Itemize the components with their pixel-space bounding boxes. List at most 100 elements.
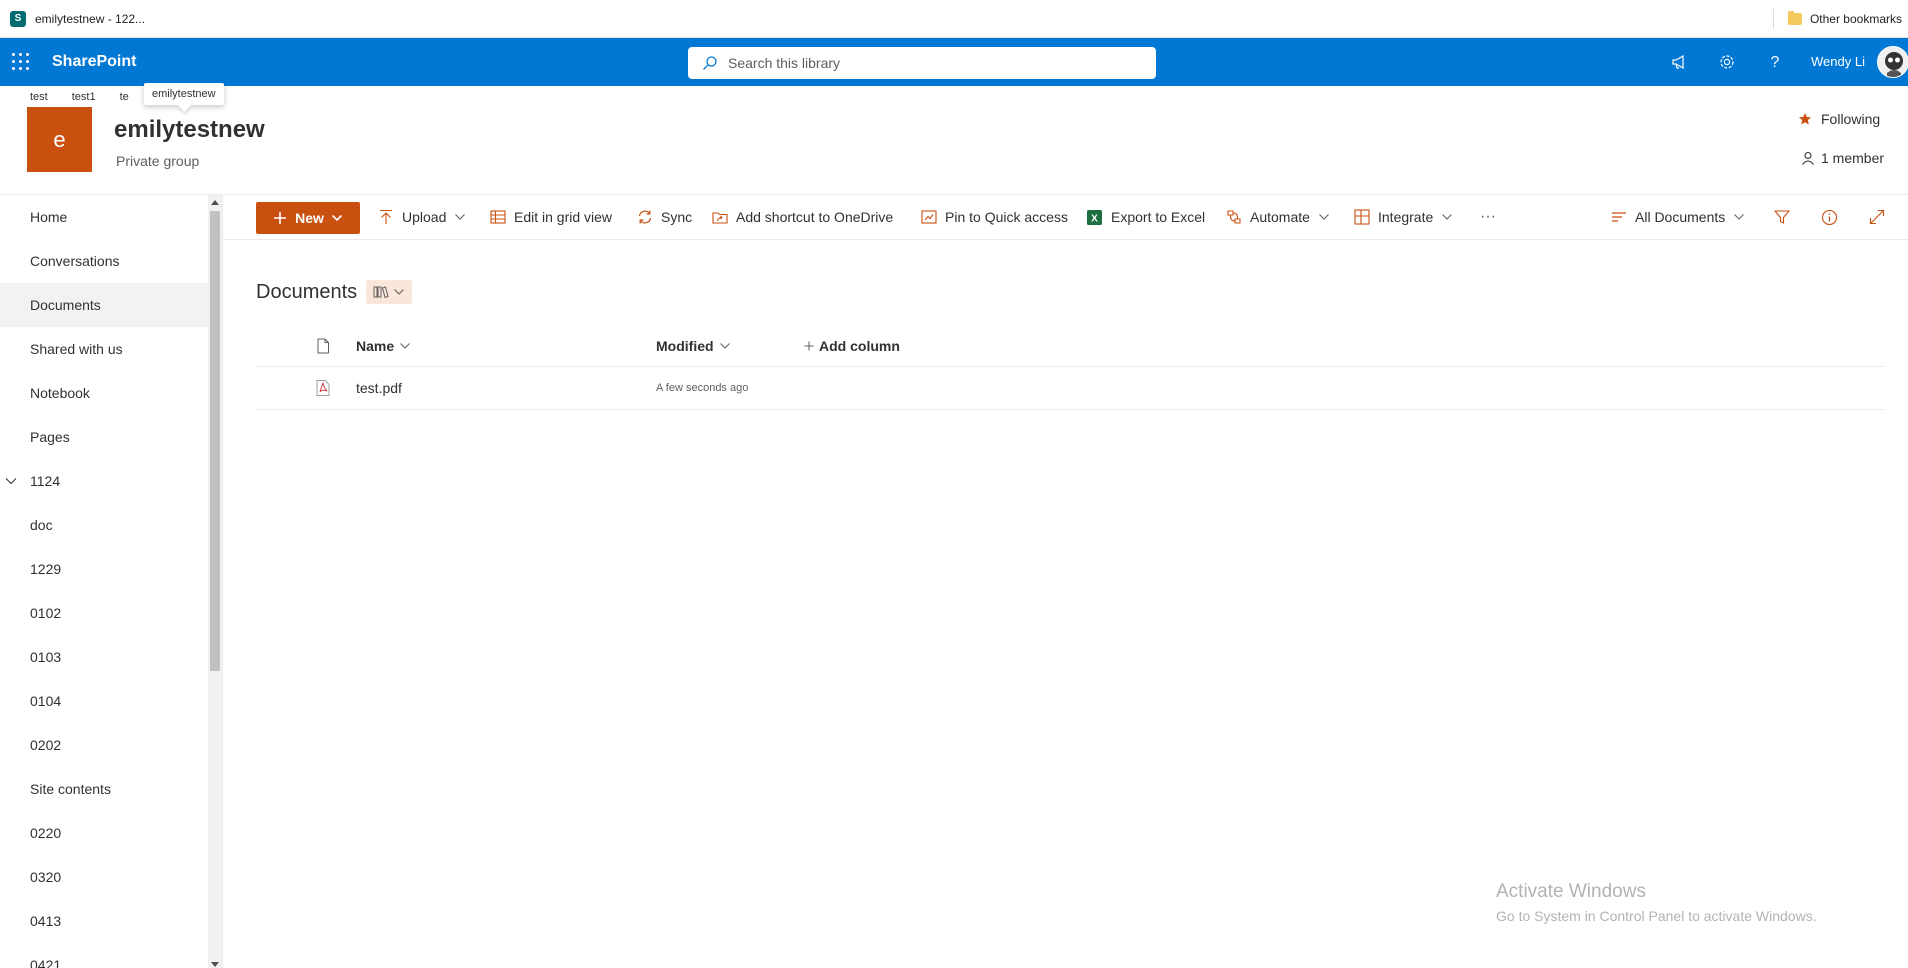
library-view-switch[interactable]	[366, 280, 412, 304]
nav-item-1124[interactable]: 1124	[0, 459, 208, 503]
pdf-file-icon	[316, 367, 330, 409]
nav-item-label: 1124	[30, 473, 61, 489]
chevron-down-icon[interactable]	[5, 475, 17, 487]
nav-item-notebook[interactable]: Notebook	[0, 371, 208, 415]
nav-scrollbar[interactable]	[208, 195, 222, 968]
nav-item-label: Site contents	[30, 781, 111, 797]
bookmark-divider	[1772, 9, 1774, 29]
app-launcher-icon[interactable]	[10, 51, 32, 73]
gear-icon[interactable]	[1715, 50, 1739, 74]
automate-button[interactable]: Automate	[1226, 195, 1330, 239]
integrate-label: Integrate	[1378, 209, 1434, 225]
scroll-down-arrow-icon[interactable]	[211, 962, 219, 967]
browser-tab[interactable]: S emilytestnew - 122...	[10, 10, 146, 27]
help-icon[interactable]: ?	[1763, 50, 1787, 74]
upload-icon	[380, 209, 392, 224]
modified-column-label: Modified	[656, 338, 714, 354]
nav-divider	[222, 195, 223, 968]
add-shortcut-label: Add shortcut to OneDrive	[736, 209, 894, 225]
sync-button[interactable]: Sync	[637, 195, 692, 239]
nav-item-0320[interactable]: 0320	[0, 855, 208, 899]
plus-icon	[274, 212, 287, 224]
site-logo[interactable]: e	[27, 107, 92, 172]
info-icon[interactable]	[1821, 195, 1846, 239]
nav-item-1229[interactable]: 1229	[0, 547, 208, 591]
nav-item-doc[interactable]: doc	[0, 503, 208, 547]
view-selector[interactable]: All Documents	[1611, 195, 1745, 239]
sharepoint-favicon-icon: S	[10, 10, 26, 27]
file-name-link[interactable]: test.pdf	[356, 367, 402, 409]
suite-bar: SharePoint ? Wendy Li	[0, 38, 1908, 86]
left-navigation: Home Conversations Documents Shared with…	[0, 195, 208, 968]
hub-nav-item[interactable]: te	[120, 91, 129, 103]
nav-item-0413[interactable]: 0413	[0, 899, 208, 943]
more-options-button[interactable]: ···	[1480, 195, 1496, 239]
file-type-column-icon[interactable]	[315, 326, 331, 366]
nav-item-0202[interactable]: 0202	[0, 723, 208, 767]
tab-title: emilytestnew - 122...	[35, 11, 146, 26]
chevron-down-icon	[394, 289, 404, 295]
nav-item-label: 0320	[30, 869, 62, 885]
name-column-header[interactable]: Name	[356, 326, 411, 366]
pin-quick-access-button[interactable]: Pin to Quick access	[921, 195, 1068, 239]
scroll-up-arrow-icon[interactable]	[211, 200, 219, 205]
star-icon	[1799, 113, 1811, 125]
nav-item-0103[interactable]: 0103	[0, 635, 208, 679]
library-title: Documents	[256, 281, 358, 303]
nav-item-0102[interactable]: 0102	[0, 591, 208, 635]
following-button[interactable]: Following	[1798, 111, 1880, 127]
nav-item-label: Documents	[30, 297, 101, 313]
hub-nav-item[interactable]: test1	[72, 91, 96, 103]
other-bookmarks[interactable]: Other bookmarks	[1772, 0, 1908, 38]
add-column-label: Add column	[819, 338, 900, 354]
chevron-down-icon	[1442, 214, 1453, 220]
export-excel-button[interactable]: X Export to Excel	[1086, 195, 1205, 239]
activation-watermark-title: Activate Windows	[1496, 881, 1646, 902]
folder-icon	[1787, 11, 1802, 25]
search-box[interactable]	[688, 47, 1156, 79]
integrate-button[interactable]: Integrate	[1354, 195, 1453, 239]
sync-icon	[638, 210, 652, 224]
modified-column-header[interactable]: Modified	[656, 326, 731, 366]
nav-item-0220[interactable]: 0220	[0, 811, 208, 855]
nav-item-documents[interactable]: Documents	[0, 283, 208, 327]
pin-quick-access-label: Pin to Quick access	[945, 209, 1068, 225]
hub-nav-item[interactable]: test	[30, 91, 48, 103]
filter-icon[interactable]	[1774, 195, 1798, 239]
chevron-down-icon	[331, 214, 342, 222]
table-row[interactable]: test.pdf A few seconds ago	[256, 367, 1884, 410]
svg-text:?: ?	[1771, 54, 1780, 71]
sync-label: Sync	[661, 209, 693, 225]
export-excel-label: Export to Excel	[1111, 209, 1206, 225]
megaphone-icon[interactable]	[1668, 50, 1692, 74]
browser-bookmark-bar: S emilytestnew - 122... Other bookmarks	[0, 0, 1908, 38]
svg-text:X: X	[1091, 213, 1098, 224]
sharepoint-brand-link[interactable]: SharePoint	[52, 53, 136, 71]
upload-button[interactable]: Upload	[378, 195, 466, 239]
nav-item-pages[interactable]: Pages	[0, 415, 208, 459]
nav-item-label: 0104	[30, 693, 62, 709]
nav-item-label: doc	[30, 517, 53, 533]
user-name[interactable]: Wendy Li	[1811, 54, 1865, 69]
nav-item-shared-with-us[interactable]: Shared with us	[0, 327, 208, 371]
nav-item-label: Notebook	[30, 385, 90, 401]
list-view-icon	[1612, 212, 1626, 222]
add-shortcut-button[interactable]: Add shortcut to OneDrive	[712, 195, 893, 239]
nav-item-0104[interactable]: 0104	[0, 679, 208, 723]
site-title[interactable]: emilytestnew	[114, 116, 265, 144]
list-header: Name Modified Add column	[256, 326, 1884, 367]
search-icon	[703, 56, 717, 70]
nav-item-conversations[interactable]: Conversations	[0, 239, 208, 283]
nav-item-label: 0103	[30, 649, 62, 665]
members-button[interactable]: 1 member	[1801, 150, 1884, 166]
nav-item-site-contents[interactable]: Site contents	[0, 767, 208, 811]
avatar[interactable]	[1877, 46, 1908, 78]
scrollbar-thumb[interactable]	[210, 211, 220, 671]
add-column-button[interactable]: Add column	[804, 326, 900, 366]
nav-item-home[interactable]: Home	[0, 195, 208, 239]
edit-grid-view-button[interactable]: Edit in grid view	[490, 195, 612, 239]
expand-icon[interactable]	[1869, 195, 1893, 239]
new-button[interactable]: New	[256, 202, 360, 234]
search-input[interactable]	[728, 55, 1128, 71]
nav-item-0421[interactable]: 0421	[0, 943, 208, 968]
